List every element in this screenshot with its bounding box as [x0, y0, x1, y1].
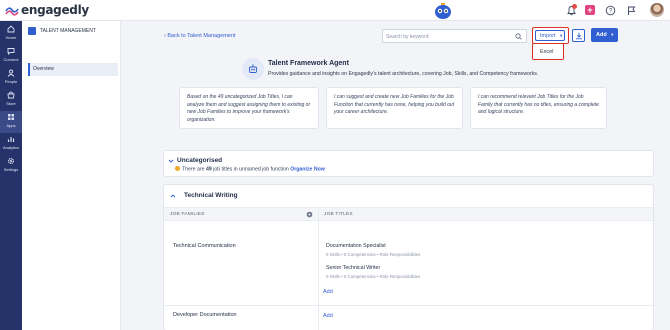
store-icon: [7, 91, 15, 99]
gear-icon: [7, 157, 15, 165]
caret-down-icon: ▼: [559, 33, 564, 38]
import-menu-item-excel[interactable]: Excel: [540, 49, 553, 55]
job-function-section: Technical Writing JOB FAMILIES JOB TITLE…: [163, 184, 654, 330]
job-title-name[interactable]: Documentation Specialist: [326, 243, 386, 249]
flag-icon[interactable]: [626, 5, 637, 16]
subnav-item-label: Overview: [33, 66, 54, 72]
job-family-name[interactable]: Developer Documentation: [173, 312, 237, 318]
uncategorised-section: Uncategorised There are 49 job titles in…: [163, 150, 654, 177]
column-header-families: JOB FAMILIES: [170, 212, 205, 217]
suggestion-card[interactable]: I can suggest and create new Job Familie…: [326, 87, 463, 129]
summary-prefix: There are: [182, 166, 205, 173]
download-button[interactable]: [572, 29, 585, 42]
job-title-meta: 0 Skills • 0 Competencies • Role Respons…: [326, 274, 421, 279]
search-input[interactable]: [386, 32, 506, 41]
subnav-item-overview[interactable]: Overview: [28, 63, 118, 76]
back-link[interactable]: ‹ Back to Talent Management: [164, 33, 235, 39]
job-family-name[interactable]: Technical Communication: [173, 243, 236, 249]
add-button-label: Add: [596, 32, 607, 38]
job-function-header[interactable]: Technical Writing: [164, 185, 653, 208]
home-icon: [7, 25, 15, 33]
help-icon[interactable]: ?: [605, 5, 616, 16]
uncategorised-count: 49: [205, 166, 212, 173]
import-button-label: Import: [540, 33, 556, 39]
chat-icon: [7, 48, 15, 55]
rail-item-store[interactable]: Store: [0, 89, 22, 111]
analytics-icon: [7, 137, 15, 142]
job-function-title: Technical Writing: [184, 192, 238, 199]
job-title-name[interactable]: Senior Technical Writer: [326, 265, 380, 271]
rail-label: Store: [6, 101, 16, 106]
back-link-label: Back to Talent Management: [167, 33, 236, 39]
left-rail: Home Connect People Store Apps Analytics…: [0, 21, 22, 330]
rail-item-people[interactable]: People: [0, 67, 22, 89]
organize-now-link[interactable]: Organize Now: [290, 167, 325, 173]
import-button-highlight: Import ▼: [532, 27, 569, 44]
chevron-down-icon[interactable]: [168, 158, 174, 164]
table-header: JOB FAMILIES JOB TITLES: [164, 208, 653, 221]
import-dropdown: Excel: [532, 43, 564, 60]
job-title-meta: 0 Skills • 0 Competencies • Role Respons…: [326, 252, 421, 257]
chevron-up-icon[interactable]: [170, 193, 176, 199]
rail-label: Apps: [6, 123, 16, 128]
rail-item-connect[interactable]: Connect: [0, 45, 22, 67]
rail-label: Home: [5, 35, 17, 40]
rail-item-analytics[interactable]: Analytics: [0, 133, 22, 155]
add-job-title-link[interactable]: Add: [323, 313, 333, 319]
svg-text:?: ?: [609, 9, 613, 15]
gear-icon[interactable]: [306, 211, 313, 218]
agent-title: Talent Framework Agent: [268, 60, 349, 67]
download-icon: [576, 32, 582, 40]
subnav-title: TALENT MANAGEMENT: [40, 28, 96, 34]
user-avatar[interactable]: [650, 3, 664, 17]
suggestion-card[interactable]: I can recommend relevant Job Titles for …: [470, 87, 607, 129]
robot-icon: [249, 64, 257, 73]
column-divider: [318, 208, 319, 330]
agent-mascot-icon[interactable]: [433, 2, 453, 20]
sub-navigation: TALENT MANAGEMENT Overview: [22, 21, 121, 330]
warning-icon: [175, 166, 180, 171]
add-button[interactable]: Add ▼: [591, 28, 618, 42]
suggestion-card[interactable]: Based on the 49 uncategorized Job Titles…: [179, 87, 319, 129]
search-box: [382, 29, 527, 43]
uncategorised-summary: There are 49 job titles in unnamed job f…: [175, 166, 325, 173]
rail-label: Connect: [3, 57, 19, 62]
notification-badge: [572, 4, 577, 9]
engagedly-logo-icon[interactable]: [5, 5, 19, 16]
import-button[interactable]: Import ▼: [535, 30, 565, 41]
people-icon: [7, 69, 15, 77]
row-divider: [164, 305, 653, 306]
agent-avatar: [242, 58, 264, 80]
caret-down-icon: ▼: [610, 32, 615, 37]
plus-icon[interactable]: +: [585, 5, 595, 15]
summary-suffix: job titles in unnamed job function: [213, 166, 289, 173]
rail-label: Analytics: [2, 145, 19, 150]
rail-item-home[interactable]: Home: [0, 23, 22, 45]
brand-name[interactable]: engagedly: [21, 3, 89, 17]
rail-label: People: [4, 79, 18, 84]
rail-item-settings[interactable]: Settings: [0, 155, 22, 177]
uncategorised-title: Uncategorised: [177, 157, 223, 164]
add-job-title-link[interactable]: Add: [323, 289, 333, 295]
apps-icon: [8, 114, 14, 120]
search-icon[interactable]: [515, 33, 522, 40]
agent-description: Provides guidance and insights on Engage…: [268, 71, 539, 77]
column-header-titles: JOB TITLES: [324, 212, 353, 217]
talent-management-icon: [28, 27, 36, 35]
rail-label: Settings: [3, 167, 19, 172]
rail-item-apps[interactable]: Apps: [0, 111, 22, 133]
top-bar: engagedly + ?: [0, 0, 670, 21]
